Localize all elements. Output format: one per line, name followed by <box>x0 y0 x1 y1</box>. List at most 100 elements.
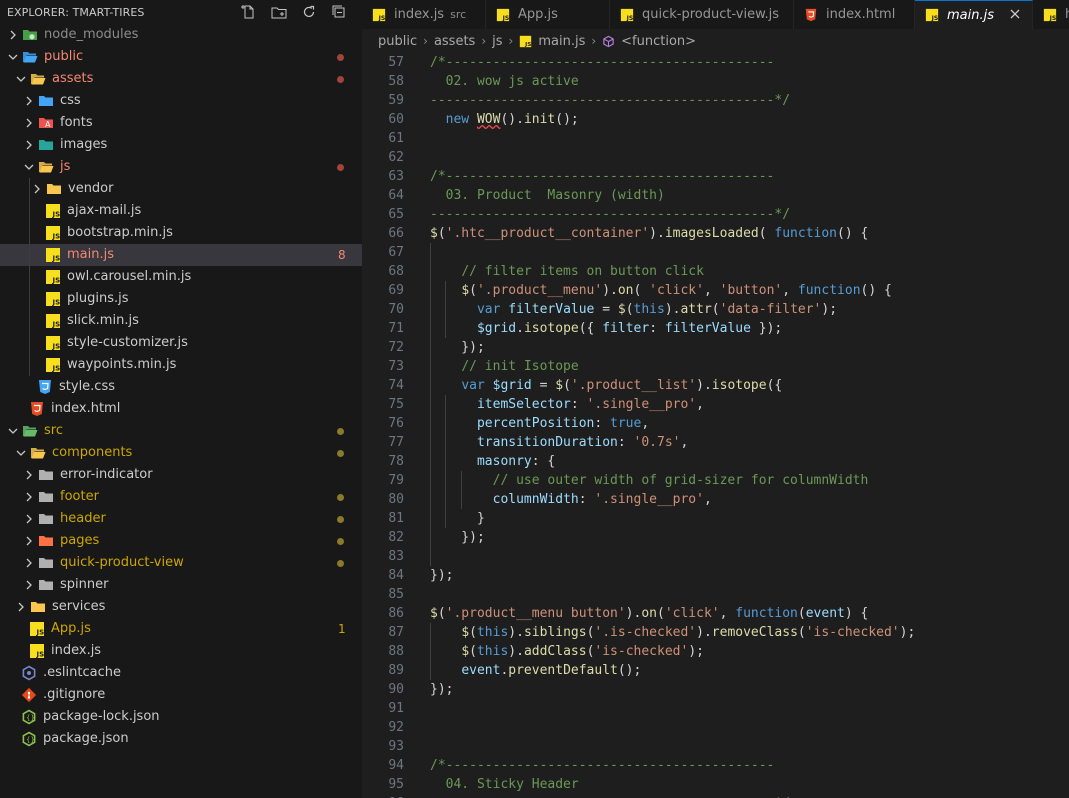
breadcrumb-item[interactable]: <function> <box>621 34 696 49</box>
code-token: ( <box>797 606 806 621</box>
chevron-down-icon[interactable] <box>7 425 19 437</box>
new-folder-icon[interactable] <box>268 2 290 22</box>
indent-guide <box>430 243 431 566</box>
code-view[interactable]: 57 /*------------------------------------… <box>362 53 1069 798</box>
code-token: ). <box>696 378 712 393</box>
chevron-right-icon[interactable] <box>23 139 35 151</box>
tree-file[interactable]: .eslintcache <box>0 662 362 684</box>
code-text: // use outer width of grid-sizer for col… <box>430 471 869 490</box>
chevron-down-icon[interactable] <box>15 73 27 85</box>
folder-teal-icon <box>38 137 54 153</box>
code-line: 67 <box>362 243 1069 262</box>
tree-file[interactable]: JS index.js <box>0 640 362 662</box>
tree-file[interactable]: JS waypoints.min.js <box>0 354 362 376</box>
tab-js[interactable]: JS index.js src <box>362 0 486 29</box>
code-token: removeClass <box>711 625 798 640</box>
chevron-right-icon[interactable] <box>23 579 35 591</box>
code-token: // use outer width of grid-sizer for col… <box>492 473 869 488</box>
line-number: 60 <box>388 112 404 127</box>
code-text: // filter items on button click <box>430 262 704 281</box>
tab-js[interactable]: JS h <box>1033 0 1069 29</box>
tree-folder[interactable]: src <box>0 420 362 442</box>
tree-folder[interactable]: Afonts <box>0 112 362 134</box>
code-token: ( <box>758 226 775 241</box>
tree-folder[interactable]: images <box>0 134 362 156</box>
chevron-down-icon[interactable] <box>15 447 27 459</box>
chevron-right-icon[interactable] <box>15 601 27 613</box>
tree-folder[interactable]: services <box>0 596 362 618</box>
line-number: 68 <box>388 264 404 279</box>
code-token: '.product__menu button' <box>445 606 626 621</box>
line-number: 94 <box>388 758 404 773</box>
chevron-right-icon[interactable] <box>23 469 35 481</box>
tree-folder[interactable]: js <box>0 156 362 178</box>
chevron-right-icon[interactable] <box>23 95 35 107</box>
tree-file[interactable]: index.html <box>0 398 362 420</box>
code-token: ). <box>508 644 524 659</box>
tree-file[interactable]: JS plugins.js <box>0 288 362 310</box>
code-line: 95 04. Sticky Header <box>362 775 1069 794</box>
code-text: }); <box>430 338 485 357</box>
tree-file[interactable]: JS App.js 1 <box>0 618 362 640</box>
code-text: percentPosition: true, <box>430 414 649 433</box>
breadcrumb-item[interactable]: public <box>378 34 417 49</box>
code-token: '.single__pro' <box>586 397 697 412</box>
tree-folder[interactable]: components <box>0 442 362 464</box>
svg-text:JS: JS <box>52 343 61 351</box>
tree-file[interactable]: {} package-lock.json <box>0 706 362 728</box>
tab-js[interactable]: JS quick-product-view.js <box>610 0 794 29</box>
tab-js[interactable]: JS App.js <box>486 0 610 29</box>
tree-file[interactable]: JS bootstrap.min.js <box>0 222 362 244</box>
tree-file[interactable]: JS style-customizer.js <box>0 332 362 354</box>
breadcrumb-item[interactable]: assets <box>434 34 475 49</box>
tree-file[interactable]: {} package.json <box>0 728 362 750</box>
tree-folder[interactable]: quick-product-view <box>0 552 362 574</box>
chevron-right-icon[interactable] <box>23 557 35 569</box>
chevron-right-icon[interactable] <box>23 491 35 503</box>
code-token: ( <box>625 302 634 317</box>
chevron-right-icon[interactable] <box>7 29 19 41</box>
tree-folder[interactable]: node_modules <box>0 24 362 46</box>
tree-file[interactable]: style.css <box>0 376 362 398</box>
tree-file[interactable]: .gitignore <box>0 684 362 706</box>
line-number: 96 <box>362 794 404 798</box>
tree-folder[interactable]: css <box>0 90 362 112</box>
chevron-right-icon[interactable] <box>31 183 43 195</box>
tree-file[interactable]: JS owl.carousel.min.js <box>0 266 362 288</box>
tree-folder[interactable]: assets <box>0 68 362 90</box>
breadcrumb-item[interactable]: main.js <box>538 34 585 49</box>
code-token: columnWidth <box>492 492 579 507</box>
code-token: function <box>774 226 838 241</box>
tree-folder[interactable]: footer <box>0 486 362 508</box>
chevron-right-icon[interactable] <box>23 117 35 129</box>
tree-folder[interactable]: error-indicator <box>0 464 362 486</box>
svg-text:{}: {} <box>26 736 35 744</box>
refresh-icon[interactable] <box>298 2 320 22</box>
chevron-right-icon[interactable] <box>23 535 35 547</box>
folder-gray-icon <box>38 555 54 571</box>
code-token: isotope <box>711 378 767 393</box>
collapse-all-icon[interactable] <box>328 2 350 22</box>
chevron-down-icon[interactable] <box>23 161 35 173</box>
new-file-icon[interactable] <box>238 2 260 22</box>
code-text: } <box>430 509 485 528</box>
tree-folder[interactable]: vendor <box>0 178 362 200</box>
tree-folder[interactable]: header <box>0 508 362 530</box>
chevron-down-icon[interactable] <box>7 51 19 63</box>
tab-html[interactable]: index.html <box>794 0 915 29</box>
line-number: 83 <box>388 549 404 564</box>
close-icon[interactable] <box>1008 7 1022 21</box>
tab-js[interactable]: JS main.js <box>915 0 1033 29</box>
indent-guide <box>445 281 446 338</box>
tree-file[interactable]: JS slick.min.js <box>0 310 362 332</box>
breadcrumb-item[interactable]: js <box>492 34 502 49</box>
tree-folder[interactable]: public <box>0 46 362 68</box>
tree-file[interactable]: JS ajax-mail.js <box>0 200 362 222</box>
tree-file[interactable]: JS main.js 8 <box>0 244 362 266</box>
tree-folder[interactable]: pages <box>0 530 362 552</box>
line-number: 81 <box>388 511 404 526</box>
chevron-right-icon[interactable] <box>23 513 35 525</box>
tree-folder[interactable]: spinner <box>0 574 362 596</box>
